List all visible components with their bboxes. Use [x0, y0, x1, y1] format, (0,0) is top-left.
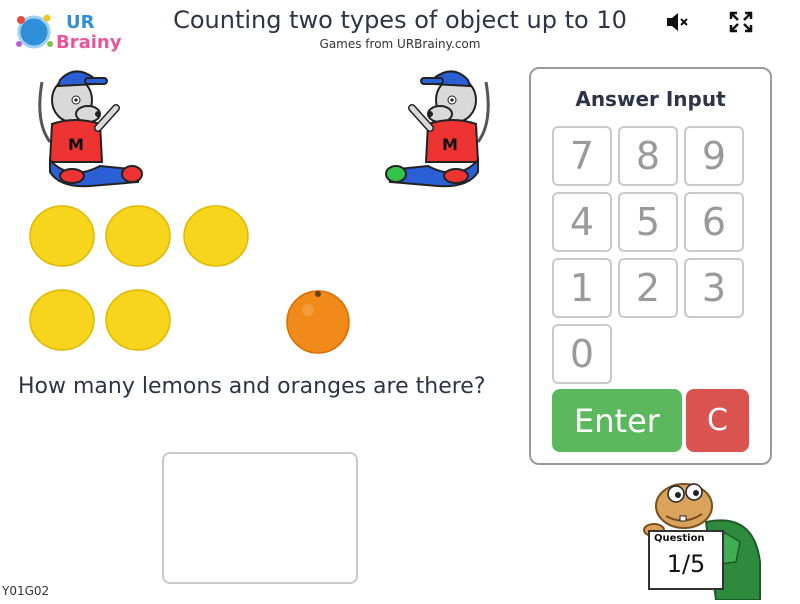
urbrainy-logo: UR Brainy: [12, 6, 132, 53]
key-3[interactable]: 3: [684, 258, 744, 318]
fullscreen-icon[interactable]: [728, 10, 754, 34]
answer-display: [162, 452, 358, 584]
answer-input-panel: Answer Input 7 8 9 4 5 6 1 2 3 0 Enter C: [529, 67, 772, 465]
game-code: Y01G02: [2, 584, 50, 598]
orange-icon: [284, 286, 352, 354]
page-subtitle: Games from URBrainy.com: [319, 37, 481, 51]
page-title: Counting two types of object up to 10: [173, 6, 627, 34]
key-1[interactable]: 1: [552, 258, 612, 318]
keypad-title: Answer Input: [575, 87, 726, 111]
key-9[interactable]: 9: [684, 126, 744, 186]
mouse-mascot-right: M: [378, 62, 498, 192]
lemon-icon: [182, 202, 250, 270]
speaker-mute-icon[interactable]: [664, 10, 690, 34]
lemon-icon: [28, 286, 96, 354]
key-4[interactable]: 4: [552, 192, 612, 252]
key-7[interactable]: 7: [552, 126, 612, 186]
svg-text:UR: UR: [66, 12, 95, 33]
svg-text:M: M: [442, 135, 458, 154]
enter-button[interactable]: Enter: [552, 389, 682, 452]
question-counter-label: Question: [654, 533, 705, 544]
question-counter-value: 1/5: [666, 550, 706, 578]
question-counter-card: Question 1/5: [648, 530, 724, 590]
lemon-icon: [104, 286, 172, 354]
lemon-icon: [104, 202, 172, 270]
question-prompt: How many lemons and oranges are there?: [18, 374, 486, 399]
svg-text:Brainy: Brainy: [56, 32, 122, 52]
key-8[interactable]: 8: [618, 126, 678, 186]
key-2[interactable]: 2: [618, 258, 678, 318]
lemon-icon: [28, 202, 96, 270]
key-0[interactable]: 0: [552, 324, 612, 384]
svg-text:M: M: [68, 135, 84, 154]
key-5[interactable]: 5: [618, 192, 678, 252]
clear-button[interactable]: C: [686, 389, 749, 452]
mouse-mascot-left: M: [30, 62, 150, 192]
key-6[interactable]: 6: [684, 192, 744, 252]
